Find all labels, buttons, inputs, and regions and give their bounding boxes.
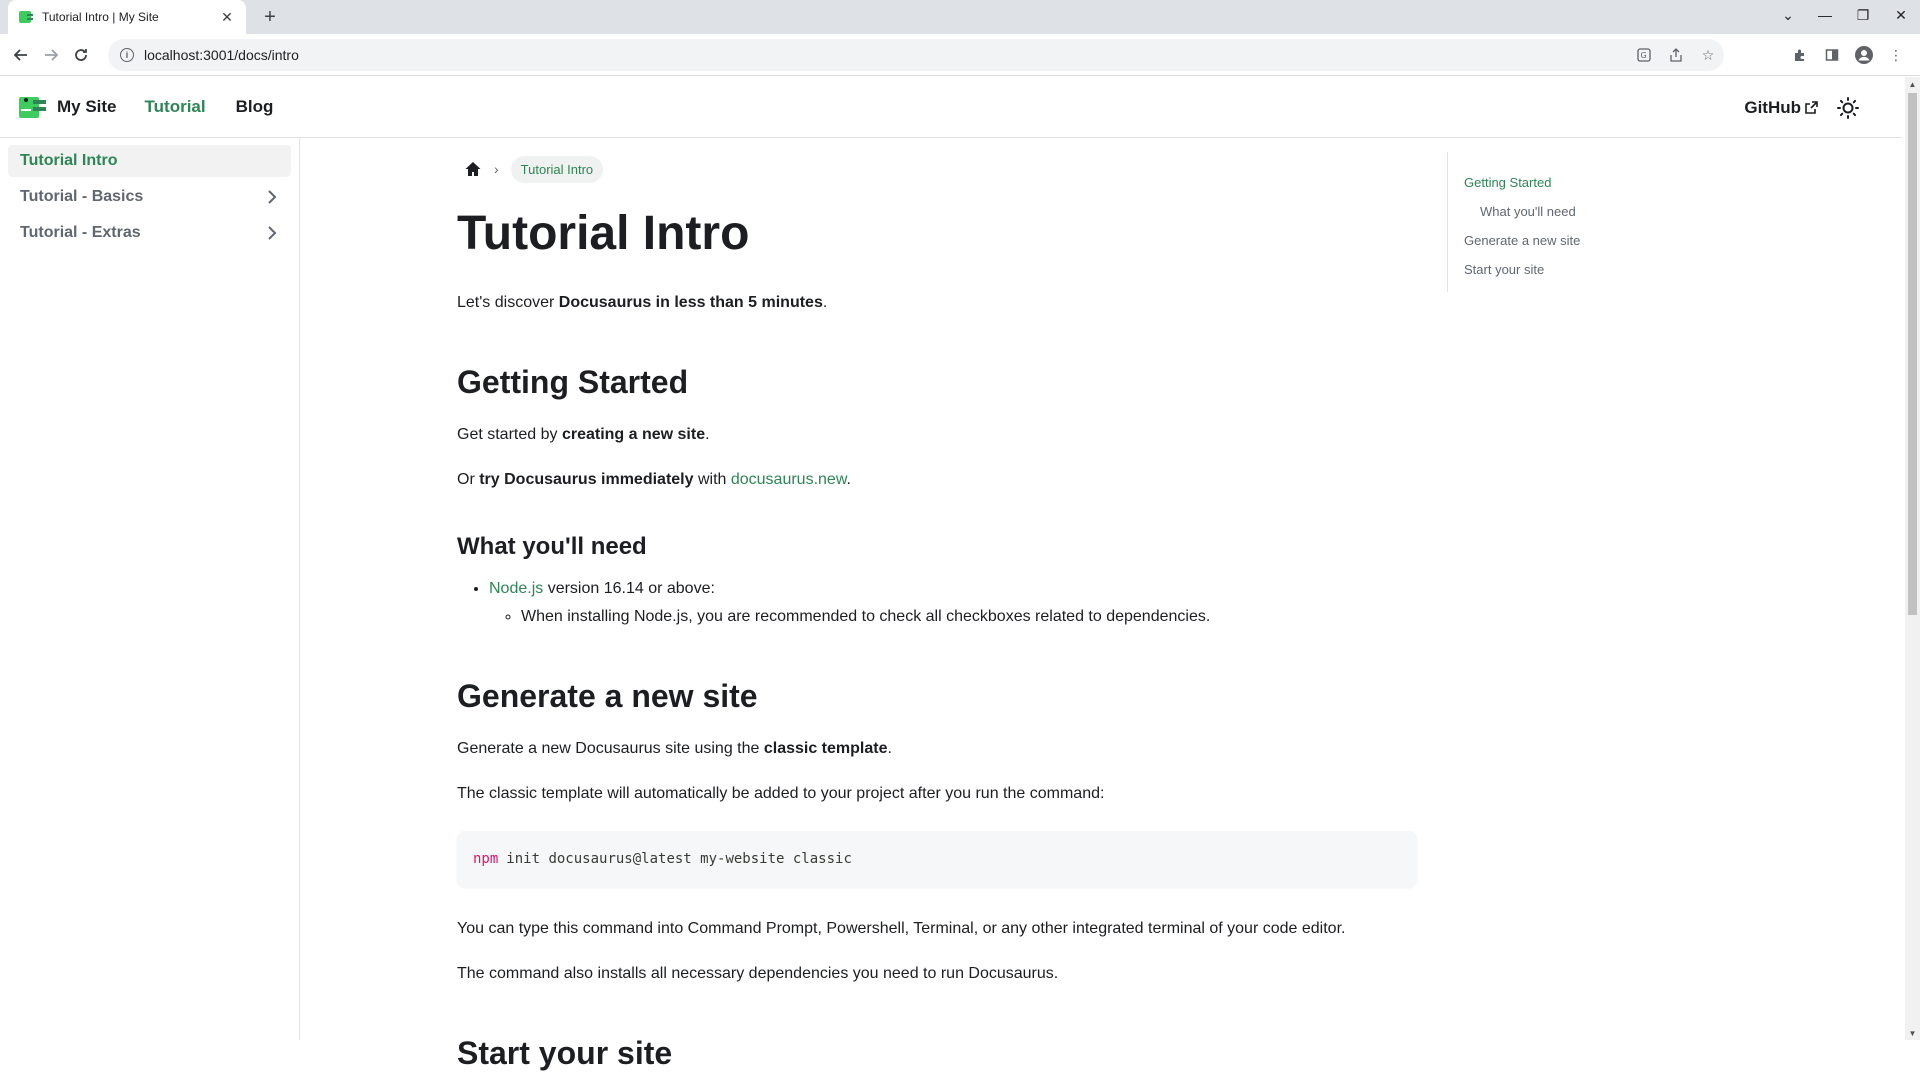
brand-title: My Site — [57, 97, 117, 116]
gs-paragraph-1: Get started by creating a new site. — [457, 425, 710, 443]
scroll-up-arrow-icon[interactable]: ▲ — [1905, 77, 1920, 91]
sidebar-item-tutorial-basics[interactable]: Tutorial - Basics — [8, 181, 291, 213]
toc-item-generate-new-site[interactable]: Generate a new site — [1464, 226, 1707, 255]
sidebar-item-tutorial-extras[interactable]: Tutorial - Extras — [8, 217, 291, 249]
list-item: When installing Node.js, you are recomme… — [521, 603, 1417, 630]
back-arrow-icon — [13, 48, 27, 61]
toc-item-start-your-site[interactable]: Start your site — [1464, 255, 1707, 284]
browser-tab[interactable]: Tutorial Intro | My Site ✕ — [8, 0, 246, 34]
github-link[interactable]: GitHub — [1744, 98, 1818, 118]
page-scrollbar[interactable]: ▲ ▼ — [1905, 77, 1920, 1040]
code-block[interactable]: npm init docusaurus@latest my-website cl… — [457, 831, 1417, 888]
sidebar-item-label: Tutorial - Extras — [20, 224, 141, 241]
table-of-contents: Getting Started What you'll need Generat… — [1447, 152, 1707, 292]
forward-button[interactable] — [36, 40, 66, 70]
sidebar-item-label: Tutorial - Basics — [20, 188, 144, 205]
sidebar-item-label: Tutorial Intro — [20, 152, 118, 169]
scroll-down-arrow-icon[interactable]: ▼ — [1905, 1026, 1920, 1040]
site-info-icon[interactable]: i — [120, 48, 134, 62]
doc-content: › Tutorial Intro Tutorial Intro Let's di… — [457, 138, 1417, 1092]
side-panel-icon[interactable] — [1816, 39, 1848, 71]
github-label: GitHub — [1744, 97, 1801, 117]
docusaurus-new-link[interactable]: docusaurus.new — [731, 471, 847, 488]
back-button[interactable] — [6, 40, 36, 70]
brand-link[interactable]: My Site — [17, 94, 117, 120]
browser-tab-strip: Tutorial Intro | My Site ✕ + ⌄ — ❐ ✕ — [0, 0, 1920, 34]
requirements-list: Node.js version 16.14 or above: When ins… — [489, 575, 1417, 629]
minimize-button[interactable]: — — [1808, 0, 1842, 30]
sun-icon — [1837, 96, 1859, 119]
gen-paragraph-2: The classic template will automatically … — [457, 784, 1105, 802]
gen-paragraph-4: The command also installs all necessary … — [457, 965, 1059, 983]
restore-button[interactable]: ❐ — [1846, 0, 1880, 30]
gs-paragraph-2: Or try Docusaurus immediately with docus… — [457, 471, 851, 489]
browser-menu-icon[interactable]: ⋮ — [1880, 39, 1912, 71]
code-args: init docusaurus@latest my-website classi… — [506, 851, 852, 868]
heading-getting-started: Getting Started — [457, 363, 689, 400]
toc-item-what-you-need[interactable]: What you'll need — [1464, 197, 1707, 226]
breadcrumb-current: Tutorial Intro — [510, 155, 604, 183]
chevron-right-icon[interactable] — [265, 190, 279, 204]
theme-toggle-button[interactable] — [1834, 94, 1862, 122]
tab-search-icon[interactable]: ⌄ — [1771, 0, 1805, 30]
sidebar-item-tutorial-intro[interactable]: Tutorial Intro — [8, 145, 291, 177]
profile-avatar-icon[interactable] — [1848, 39, 1880, 71]
intro-paragraph: Let's discover Docusaurus in less than 5… — [457, 293, 828, 311]
breadcrumb: › Tutorial Intro — [457, 153, 1417, 185]
gen-paragraph-1: Generate a new Docusaurus site using the… — [457, 739, 892, 757]
nav-link-tutorial[interactable]: Tutorial — [145, 97, 206, 117]
breadcrumb-separator-icon: › — [494, 161, 499, 177]
forward-arrow-icon — [45, 48, 59, 61]
tab-close-icon[interactable]: ✕ — [218, 8, 236, 26]
site-navbar: My Site Tutorial Blog GitHub — [0, 77, 1902, 138]
external-link-icon — [1805, 101, 1818, 114]
page-title: Tutorial Intro — [457, 207, 750, 260]
scrollbar-thumb[interactable] — [1908, 93, 1917, 615]
reload-button[interactable] — [66, 40, 96, 70]
address-bar[interactable]: i localhost:3001/docs/intro G ☆ — [108, 39, 1724, 71]
docs-sidebar: Tutorial Intro Tutorial - Basics Tutoria… — [0, 138, 300, 1040]
nav-link-blog[interactable]: Blog — [236, 97, 274, 117]
toc-item-getting-started[interactable]: Getting Started — [1464, 168, 1707, 197]
heading-what-you-need: What you'll need — [457, 533, 647, 561]
site-logo-icon — [19, 97, 46, 118]
heading-generate-new-site: Generate a new site — [457, 677, 758, 714]
close-window-button[interactable]: ✕ — [1884, 0, 1918, 30]
svg-text:G: G — [1641, 51, 1647, 60]
list-item: Node.js version 16.14 or above: When ins… — [489, 575, 1417, 629]
code-command: npm — [473, 851, 499, 868]
url-text: localhost:3001/docs/intro — [144, 47, 299, 63]
browser-toolbar: i localhost:3001/docs/intro G ☆ ⋮ — [0, 34, 1920, 76]
translate-icon[interactable]: G — [1628, 39, 1660, 71]
reload-icon — [75, 48, 87, 61]
share-icon[interactable] — [1660, 39, 1692, 71]
chevron-right-icon[interactable] — [265, 226, 279, 240]
site-favicon-icon — [19, 11, 33, 23]
tab-title: Tutorial Intro | My Site — [42, 10, 159, 24]
bookmark-star-icon[interactable]: ☆ — [1692, 39, 1724, 71]
home-icon[interactable] — [464, 160, 482, 178]
gen-paragraph-3: You can type this command into Command P… — [457, 920, 1346, 938]
new-tab-button[interactable]: + — [258, 5, 282, 29]
extensions-icon[interactable] — [1784, 39, 1816, 71]
nodejs-link[interactable]: Node.js — [489, 580, 543, 597]
heading-start-your-site: Start your site — [457, 1035, 673, 1072]
